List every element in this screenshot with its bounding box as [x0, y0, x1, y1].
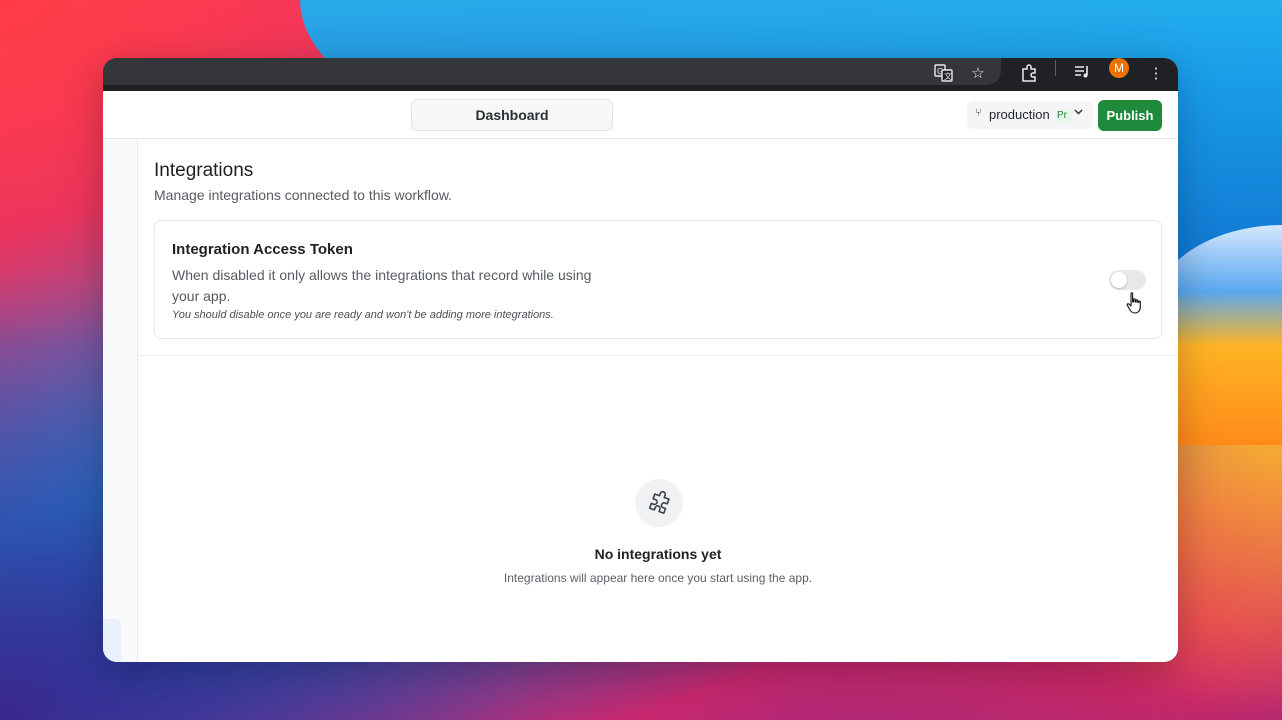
- chevron-down-icon: [1073, 106, 1084, 120]
- publish-button[interactable]: Publish: [1098, 100, 1162, 131]
- media-icon[interactable]: [1071, 64, 1093, 84]
- star-icon[interactable]: ☆: [967, 64, 989, 84]
- branch-badge: Pr: [1057, 109, 1071, 123]
- branch-selector[interactable]: ⑂ production Pr: [967, 101, 1093, 129]
- app-header: Dashboard ⑂ production Pr Publish: [103, 91, 1178, 139]
- left-sidebar: [103, 139, 138, 662]
- branch-label: production: [989, 107, 1050, 122]
- menu-icon[interactable]: ⋮: [1145, 64, 1167, 84]
- toolbar-separator: [1055, 60, 1056, 76]
- access-token-description: When disabled it only allows the integra…: [172, 267, 592, 304]
- page-title: Integrations: [154, 160, 254, 181]
- access-token-toggle[interactable]: [1109, 270, 1146, 290]
- dashboard-tab[interactable]: Dashboard: [411, 99, 613, 131]
- translate-icon[interactable]: G文: [933, 64, 955, 84]
- branch-icon: ⑂: [975, 107, 982, 119]
- profile-avatar[interactable]: M: [1109, 58, 1129, 78]
- access-token-title: Integration Access Token: [172, 241, 353, 258]
- access-token-note: You should disable once you are ready an…: [172, 309, 554, 321]
- page-subtitle: Manage integrations connected to this wo…: [154, 187, 453, 203]
- main-content: Integrations Manage integrations connect…: [138, 139, 1178, 662]
- access-token-card: Integration Access Token When disabled i…: [154, 220, 1162, 339]
- empty-state-title: No integrations yet: [594, 546, 722, 562]
- address-bar[interactable]: [103, 58, 1001, 85]
- toggle-knob: [1111, 272, 1127, 288]
- extensions-icon[interactable]: [1018, 64, 1040, 84]
- browser-toolbar: G文 ☆ M ⋮: [103, 58, 1178, 91]
- browser-window: G文 ☆ M ⋮ Dashboard ⑂ production Pr Publi…: [103, 58, 1178, 662]
- section-divider: [138, 355, 1178, 356]
- hand-cursor-icon: [1125, 291, 1147, 317]
- puzzle-icon: [635, 479, 683, 527]
- sidebar-item[interactable]: [103, 619, 121, 661]
- empty-state-description: Integrations will appear here once you s…: [503, 571, 813, 585]
- svg-text:文: 文: [944, 71, 952, 81]
